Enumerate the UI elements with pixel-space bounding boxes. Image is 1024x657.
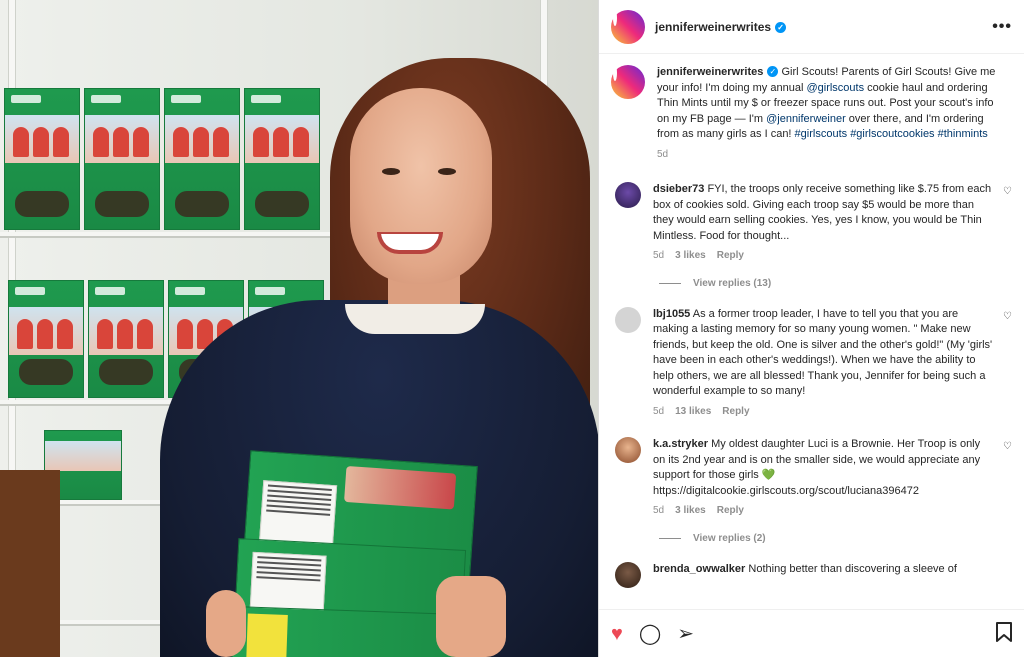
comment-username[interactable]: brenda_owwalker [653,563,745,575]
commenter-avatar[interactable] [615,437,641,463]
face [350,88,492,284]
caption: jenniferweinerwrites ✓ Girl Scouts! Paren… [599,65,1024,162]
comments-scroll-area[interactable]: jenniferweinerwrites ✓ Girl Scouts! Paren… [599,55,1024,609]
author-avatar[interactable] [611,65,645,99]
comment-text: FYI, the troops only receive something l… [653,183,992,242]
post-header: jenniferweinerwrites ✓ ••• [599,0,1024,54]
hashtag-link[interactable]: #girlscoutcookies [850,128,934,140]
caption-age: 5d [657,148,669,160]
commenter-avatar[interactable] [615,561,641,588]
held-cookie-box [231,606,461,657]
post-photo[interactable] [0,0,598,657]
comment-icon[interactable]: ◯ [639,624,661,644]
hashtag-link[interactable]: #girlscouts [795,128,848,140]
comment: brenda_owwalker Nothing better than disc… [599,561,1024,588]
instagram-post-view: jenniferweinerwrites ✓ ••• jenniferweiner… [0,0,1024,657]
cabinet [0,470,60,657]
share-icon[interactable]: ➢ [677,624,694,644]
comment: dsieber73 FYI, the troops only receive s… [599,182,1024,264]
cookie-box-row [4,88,320,230]
commenter-avatar[interactable] [615,306,641,333]
view-replies-button[interactable]: View replies (2) [659,533,1024,544]
comment-username[interactable]: k.a.stryker [653,438,708,450]
eye [438,168,456,175]
action-bar: ♥ ◯ ➢ [599,609,1024,657]
hand [206,590,246,657]
view-replies-button[interactable]: View replies (13) [659,278,1024,289]
comment-url: https://digitalcookie.girlscouts.org/sco… [653,484,919,497]
comment-username[interactable]: dsieber73 [653,183,704,195]
comment-like-heart-icon[interactable]: ♡ [1003,311,1012,322]
comment-age: 5d [653,405,665,417]
mention-link[interactable]: @girlscouts [806,82,864,94]
comment: k.a.stryker My oldest daughter Luci is a… [599,437,1024,519]
reply-button[interactable]: Reply [717,248,744,264]
post-side-panel: jenniferweinerwrites ✓ ••• jenniferweiner… [598,0,1024,657]
green-heart-emoji: 💚 [761,469,776,481]
eye [382,168,400,175]
more-options-icon[interactable]: ••• [992,18,1012,36]
verified-icon: ✓ [767,66,779,77]
reply-button[interactable]: Reply [717,503,744,519]
shelf [0,232,360,238]
collar [345,304,485,334]
comment-age: 5d [653,250,665,261]
reply-button[interactable]: Reply [722,404,749,420]
comment-age: 5d [653,505,665,516]
comment-text: As a former troop leader, I have to tell… [653,307,993,398]
like-heart-icon[interactable]: ♥ [611,624,623,644]
comment-likes[interactable]: 3 likes [675,248,706,264]
comment-text: Nothing better than discovering a sleeve… [748,562,957,575]
hand [436,576,506,657]
comment-likes[interactable]: 13 likes [675,404,711,420]
author-avatar[interactable] [611,9,645,44]
comment-like-heart-icon[interactable]: ♡ [1003,186,1012,197]
comment-likes[interactable]: 3 likes [675,503,706,519]
hashtag-link[interactable]: #thinmints [938,128,988,140]
verified-icon: ✓ [775,21,787,33]
comment-username[interactable]: lbj1055 [653,308,690,320]
comment: lbj1055 As a former troop leader, I have… [599,306,1024,420]
commenter-avatar[interactable] [615,182,641,208]
caption-username[interactable]: jenniferweinerwrites [657,66,763,78]
mention-link[interactable]: @jenniferweiner [766,113,846,125]
comment-like-heart-icon[interactable]: ♡ [1003,441,1012,452]
save-bookmark-icon[interactable] [996,621,1012,646]
author-username[interactable]: jenniferweinerwrites ✓ [655,20,787,34]
